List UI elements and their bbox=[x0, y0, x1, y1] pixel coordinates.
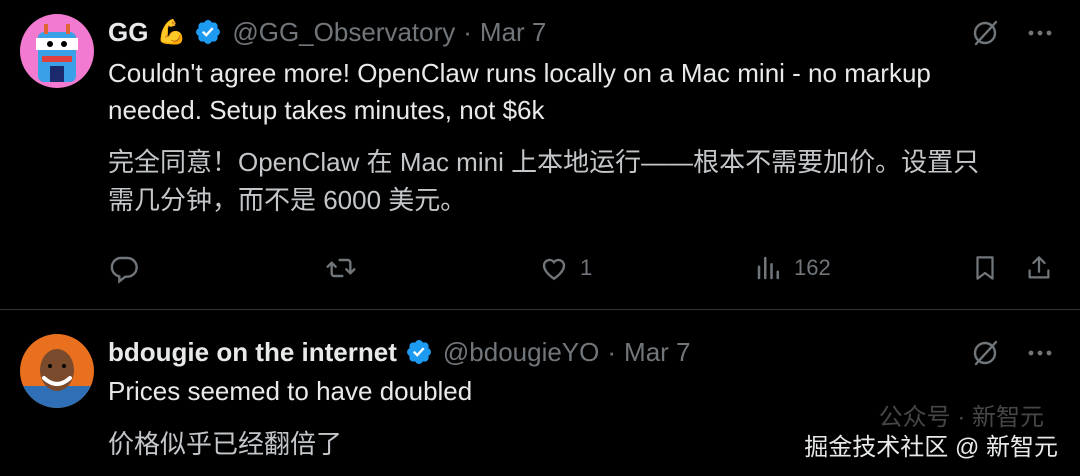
tweet-text: Couldn't agree more! OpenClaw runs local… bbox=[108, 55, 1048, 129]
tweet[interactable]: bdougie on the internet @bdougieYO · Mar… bbox=[0, 310, 1080, 476]
tweet-top-actions bbox=[970, 338, 1054, 373]
more-icon[interactable] bbox=[1026, 19, 1054, 52]
avatar[interactable] bbox=[20, 334, 94, 408]
separator: · bbox=[607, 336, 617, 367]
watermark: 掘金技术社区 @ 新智元 bbox=[804, 427, 1058, 462]
author-name[interactable]: GG bbox=[108, 17, 148, 48]
views-count: 162 bbox=[794, 255, 831, 280]
views-button[interactable]: 162 bbox=[754, 252, 831, 284]
watermark-text: 掘金技术社区 @ 新智元 bbox=[804, 434, 1058, 461]
like-button[interactable]: 1 bbox=[538, 252, 592, 284]
bookmark-icon bbox=[970, 252, 1000, 284]
avatar[interactable] bbox=[20, 14, 94, 88]
tweet[interactable]: GG 💪 @GG_Observatory · Mar 7 Couldn't ag… bbox=[0, 0, 1080, 310]
flexed-biceps-emoji: 💪 bbox=[156, 18, 187, 46]
tweet-translation: 完全同意！OpenClaw 在 Mac mini 上本地运行——根本不需要加价。… bbox=[108, 143, 1058, 219]
tweet-top-actions bbox=[970, 18, 1054, 53]
tweet-date[interactable]: Mar 7 bbox=[624, 337, 690, 368]
more-icon[interactable] bbox=[1026, 339, 1054, 372]
grok-icon[interactable] bbox=[970, 18, 1000, 53]
verified-badge-icon bbox=[405, 338, 433, 366]
bookmark-button[interactable] bbox=[970, 252, 1000, 284]
author-handle[interactable]: @bdougieYO bbox=[443, 337, 600, 368]
tweet-actions: 1 162 bbox=[108, 252, 1058, 290]
retweet-icon bbox=[324, 252, 358, 284]
author-name[interactable]: bdougie on the internet bbox=[108, 337, 397, 368]
tweet-text-line: needed. Setup takes minutes, not $6k bbox=[108, 95, 545, 125]
translation-line: 需几分钟，而不是 6000 美元。 bbox=[108, 185, 467, 215]
retweet-button[interactable] bbox=[324, 252, 358, 284]
author-handle[interactable]: @GG_Observatory bbox=[232, 17, 455, 48]
like-count: 1 bbox=[580, 255, 593, 280]
verified-badge-icon bbox=[194, 18, 222, 46]
tweet-text-line: Couldn't agree more! OpenClaw runs local… bbox=[108, 58, 931, 88]
tweet-header: bdougie on the internet @bdougieYO · Mar… bbox=[108, 335, 691, 369]
share-button[interactable] bbox=[1024, 252, 1054, 284]
reply-button[interactable] bbox=[108, 252, 140, 284]
share-icon bbox=[1024, 252, 1054, 284]
translation-line: 完全同意！OpenClaw 在 Mac mini 上本地运行——根本不需要加价。… bbox=[108, 147, 980, 177]
tweet-header: GG 💪 @GG_Observatory · Mar 7 bbox=[108, 15, 546, 49]
like-icon bbox=[538, 252, 570, 284]
views-icon bbox=[754, 252, 784, 284]
grok-icon[interactable] bbox=[970, 338, 1000, 373]
separator: · bbox=[463, 16, 472, 47]
tweet-date[interactable]: Mar 7 bbox=[480, 17, 546, 48]
reply-icon bbox=[108, 252, 140, 284]
